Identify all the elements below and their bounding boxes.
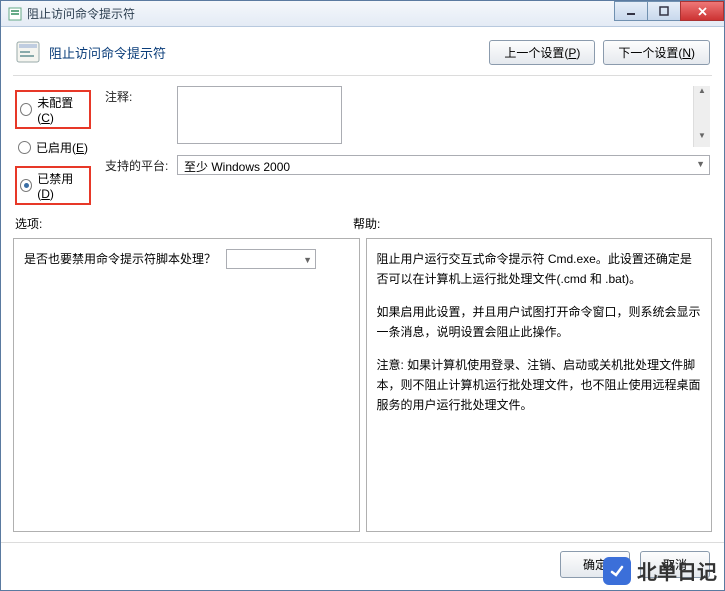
ok-button[interactable]: 确定 <box>560 551 630 578</box>
radio-disabled-input[interactable] <box>20 179 32 192</box>
header-row: 阻止访问命令提示符 上一个设置(P) 下一个设置(N) <box>1 27 724 75</box>
scrollbar[interactable]: ▲▼ <box>693 86 710 147</box>
options-heading: 选项: <box>15 215 353 232</box>
radio-enabled-label: 已启用(E) <box>36 139 88 156</box>
help-heading: 帮助: <box>353 215 380 232</box>
window-controls <box>615 1 724 21</box>
policy-icon-small <box>7 6 23 22</box>
comment-label: 注释: <box>105 86 169 147</box>
supported-label: 支持的平台: <box>105 155 169 175</box>
radio-enabled[interactable]: 已启用(E) <box>15 137 91 158</box>
config-area: 未配置(C) 已启用(E) 已禁用(D) 注释: ▲▼ 支持的平台: 至少 <box>1 82 724 205</box>
radio-enabled-input[interactable] <box>18 141 31 154</box>
radio-disabled[interactable]: 已禁用(D) <box>15 166 91 205</box>
cancel-button[interactable]: 取消 <box>640 551 710 578</box>
radio-not-configured[interactable]: 未配置(C) <box>15 90 91 129</box>
next-setting-button[interactable]: 下一个设置(N) <box>603 40 710 65</box>
help-panel: 阻止用户运行交互式命令提示符 Cmd.exe。此设置还确定是否可以在计算机上运行… <box>366 238 713 532</box>
option-select[interactable] <box>226 249 316 269</box>
divider <box>13 75 712 76</box>
option-question: 是否也要禁用命令提示符脚本处理？ <box>24 249 216 269</box>
radio-disabled-label: 已禁用(D) <box>37 170 86 201</box>
help-p3: 注意: 如果计算机使用登录、注销、启动或关机批处理文件脚本，则不阻止计算机运行批… <box>377 355 702 416</box>
panels: 是否也要禁用命令提示符脚本处理？ 阻止用户运行交互式命令提示符 Cmd.exe。… <box>1 236 724 542</box>
titlebar[interactable]: 阻止访问命令提示符 <box>1 1 724 27</box>
help-p1: 阻止用户运行交互式命令提示符 Cmd.exe。此设置还确定是否可以在计算机上运行… <box>377 249 702 290</box>
comment-textarea[interactable] <box>177 86 342 144</box>
options-panel: 是否也要禁用命令提示符脚本处理？ <box>13 238 360 532</box>
supported-value: 至少 Windows 2000 <box>184 160 290 174</box>
help-p2: 如果启用此设置，并且用户试图打开命令窗口，则系统会显示一条消息，说明设置会阻止此… <box>377 302 702 343</box>
policy-name: 阻止访问命令提示符 <box>49 43 481 62</box>
close-button[interactable] <box>680 1 724 21</box>
radio-group: 未配置(C) 已启用(E) 已禁用(D) <box>15 86 91 205</box>
radio-not-configured-input[interactable] <box>20 103 32 116</box>
policy-icon <box>15 39 41 65</box>
minimize-button[interactable] <box>614 1 648 21</box>
radio-not-configured-label: 未配置(C) <box>37 94 86 125</box>
maximize-button[interactable] <box>647 1 681 21</box>
dialog-window: 阻止访问命令提示符 阻止访问命令提示符 上一个设置(P) 下一个设置(N) 未配… <box>0 0 725 591</box>
supported-select[interactable]: 至少 Windows 2000 <box>177 155 710 175</box>
prev-setting-button[interactable]: 上一个设置(P) <box>489 40 595 65</box>
footer: 确定 取消 <box>1 542 724 590</box>
